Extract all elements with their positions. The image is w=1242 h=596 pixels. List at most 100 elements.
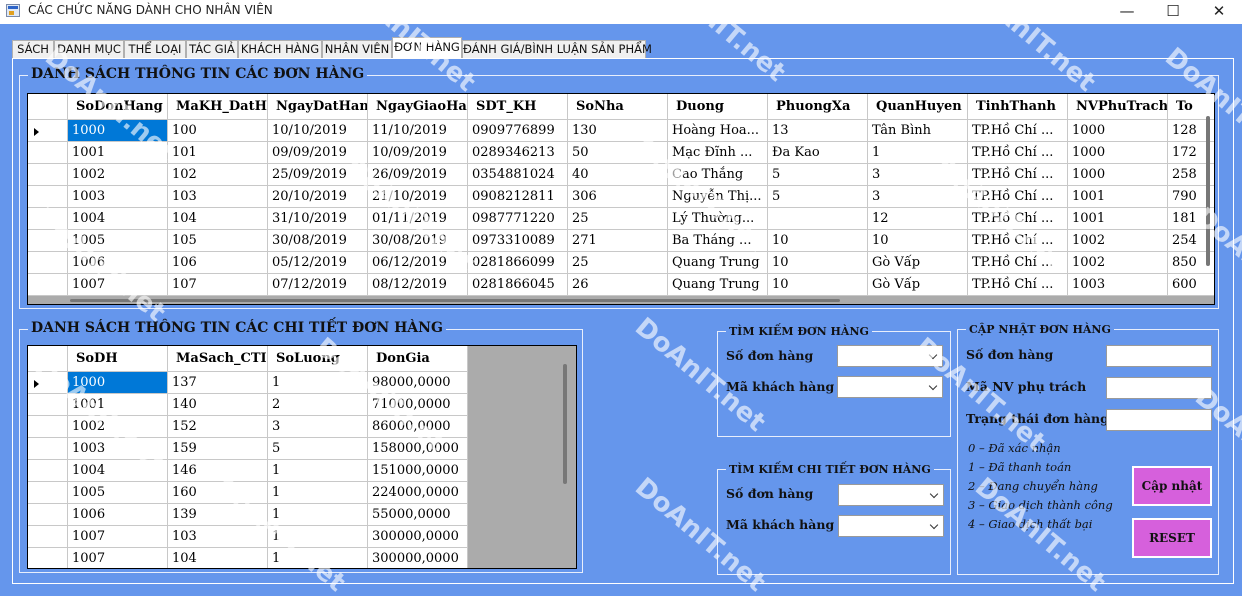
orders-cell[interactable]: 0281866099	[468, 252, 568, 274]
orders-cell[interactable]: 1002	[1068, 230, 1168, 252]
orders-cell[interactable]: 10/10/2019	[268, 120, 368, 142]
tab-danh-gia[interactable]: ĐÁNH GIÁ/BÌNH LUẬN SẢN PHẨM	[462, 40, 652, 58]
details-table-row[interactable]: 1005 160 1 224000,0000	[28, 482, 468, 504]
orders-table-row[interactable]: 1000 100 10/10/2019 11/10/2019 0909776899 130…	[28, 120, 1214, 142]
search-detail-customer-combo[interactable]	[838, 515, 944, 537]
details-cell[interactable]: 1007	[68, 526, 168, 548]
orders-cell[interactable]: 0987771220	[468, 208, 568, 230]
details-column-header[interactable]: MaSach_CTI	[168, 346, 268, 372]
tab-the-loai[interactable]: THỂ LOẠI	[124, 40, 186, 58]
details-row-header[interactable]	[28, 416, 68, 438]
orders-cell[interactable]: TP.Hồ Chí ...	[968, 186, 1068, 208]
tab-nhan-vien[interactable]: NHÂN VIÊN	[322, 40, 392, 58]
orders-cell[interactable]: Tân Bình	[868, 120, 968, 142]
orders-horizontal-scrollbar[interactable]	[70, 299, 840, 302]
orders-cell[interactable]: 10	[768, 274, 868, 296]
orders-cell[interactable]: 20/10/2019	[268, 186, 368, 208]
details-cell[interactable]: 300000,0000	[368, 526, 468, 548]
orders-cell[interactable]: 107	[168, 274, 268, 296]
orders-column-header[interactable]: SoDonHang	[68, 94, 168, 120]
orders-cell[interactable]: 1007	[68, 274, 168, 296]
orders-column-header[interactable]: SDT_KH	[468, 94, 568, 120]
details-cell[interactable]: 139	[168, 504, 268, 526]
orders-cell[interactable]: 1003	[68, 186, 168, 208]
orders-cell[interactable]: 26/09/2019	[368, 164, 468, 186]
details-cell[interactable]: 300000,0000	[368, 548, 468, 568]
orders-cell[interactable]: TP.Hồ Chí ...	[968, 274, 1068, 296]
orders-cell[interactable]: 01/11/2019	[368, 208, 468, 230]
orders-cell[interactable]: 1001	[1068, 208, 1168, 230]
orders-cell[interactable]: 1003	[1068, 274, 1168, 296]
details-row-header[interactable]	[28, 394, 68, 416]
orders-table-row[interactable]: 1005 105 30/08/2019 30/08/2019 0973310089 271…	[28, 230, 1214, 252]
details-cell[interactable]: 146	[168, 460, 268, 482]
orders-cell[interactable]: 600	[1168, 274, 1214, 296]
orders-cell[interactable]: 1001	[1068, 186, 1168, 208]
details-cell[interactable]: 1003	[68, 438, 168, 460]
orders-cell[interactable]: Lý Thường...	[668, 208, 768, 230]
details-table-row[interactable]: 1006 139 1 55000,0000	[28, 504, 468, 526]
orders-table-row[interactable]: 1004 104 31/10/2019 01/11/2019 0987771220 25 L…	[28, 208, 1214, 230]
details-corner-header[interactable]	[28, 346, 68, 372]
orders-cell[interactable]: 10/09/2019	[368, 142, 468, 164]
details-cell[interactable]: 160	[168, 482, 268, 504]
orders-cell[interactable]: 5	[768, 164, 868, 186]
details-column-header[interactable]: SoLuong	[268, 346, 368, 372]
orders-cell[interactable]: 1006	[68, 252, 168, 274]
orders-cell[interactable]: TP.Hồ Chí ...	[968, 120, 1068, 142]
orders-column-header[interactable]: PhuongXa	[768, 94, 868, 120]
details-cell[interactable]: 1	[268, 504, 368, 526]
orders-cell[interactable]: 3	[868, 164, 968, 186]
orders-cell[interactable]: 25	[568, 208, 668, 230]
orders-cell[interactable]: 0973310089	[468, 230, 568, 252]
orders-row-header[interactable]	[28, 208, 68, 230]
details-cell[interactable]: 1001	[68, 394, 168, 416]
reset-button[interactable]: RESET	[1132, 518, 1212, 558]
orders-cell[interactable]: TP.Hồ Chí ...	[968, 252, 1068, 274]
orders-cell[interactable]: 104	[168, 208, 268, 230]
orders-cell[interactable]: 50	[568, 142, 668, 164]
orders-cell[interactable]: Gò Vấp	[868, 252, 968, 274]
orders-row-header[interactable]	[28, 164, 68, 186]
orders-cell[interactable]: 26	[568, 274, 668, 296]
orders-cell[interactable]: 0354881024	[468, 164, 568, 186]
details-cell[interactable]: 1	[268, 460, 368, 482]
orders-column-header[interactable]: MaKH_DatH	[168, 94, 268, 120]
orders-column-header[interactable]: QuanHuyen	[868, 94, 968, 120]
orders-cell[interactable]: Nguyễn Thị...	[668, 186, 768, 208]
orders-column-header[interactable]: TinhThanh	[968, 94, 1068, 120]
orders-corner-header[interactable]	[28, 94, 68, 120]
search-order-customer-combo[interactable]	[837, 376, 943, 398]
orders-cell[interactable]: 10	[768, 252, 868, 274]
details-cell[interactable]: 137	[168, 372, 268, 394]
orders-cell[interactable]: 103	[168, 186, 268, 208]
update-staff-field[interactable]	[1106, 377, 1212, 399]
details-cell[interactable]: 140	[168, 394, 268, 416]
orders-column-header[interactable]: NgayGiaoHa	[368, 94, 468, 120]
orders-table-row[interactable]: 1006 106 05/12/2019 06/12/2019 0281866099 25 Q…	[28, 252, 1214, 274]
orders-cell[interactable]: 31/10/2019	[268, 208, 368, 230]
orders-cell[interactable]: 05/12/2019	[268, 252, 368, 274]
orders-cell[interactable]: 1002	[68, 164, 168, 186]
update-button[interactable]: Cập nhật	[1132, 466, 1212, 506]
orders-cell[interactable]: 100	[168, 120, 268, 142]
orders-row-header[interactable]	[28, 120, 68, 142]
details-row-header[interactable]	[28, 482, 68, 504]
orders-row-header[interactable]	[28, 230, 68, 252]
details-row-header[interactable]	[28, 460, 68, 482]
tab-khach-hang[interactable]: KHÁCH HÀNG	[238, 40, 322, 58]
orders-vertical-scrollbar[interactable]	[1206, 116, 1210, 266]
orders-cell[interactable]: 0289346213	[468, 142, 568, 164]
orders-cell[interactable]: Hoàng Hoa...	[668, 120, 768, 142]
details-cell[interactable]: 55000,0000	[368, 504, 468, 526]
orders-cell[interactable]: 25/09/2019	[268, 164, 368, 186]
details-table-row[interactable]: 1000 137 1 98000,0000	[28, 372, 468, 394]
orders-cell[interactable]: 1002	[1068, 252, 1168, 274]
orders-cell[interactable]: 08/12/2019	[368, 274, 468, 296]
details-table-row[interactable]: 1004 146 1 151000,0000	[28, 460, 468, 482]
details-column-header[interactable]: SoDH	[68, 346, 168, 372]
orders-cell[interactable]: Đa Kao	[768, 142, 868, 164]
orders-cell[interactable]	[768, 208, 868, 230]
details-cell[interactable]: 98000,0000	[368, 372, 468, 394]
orders-cell[interactable]: 40	[568, 164, 668, 186]
